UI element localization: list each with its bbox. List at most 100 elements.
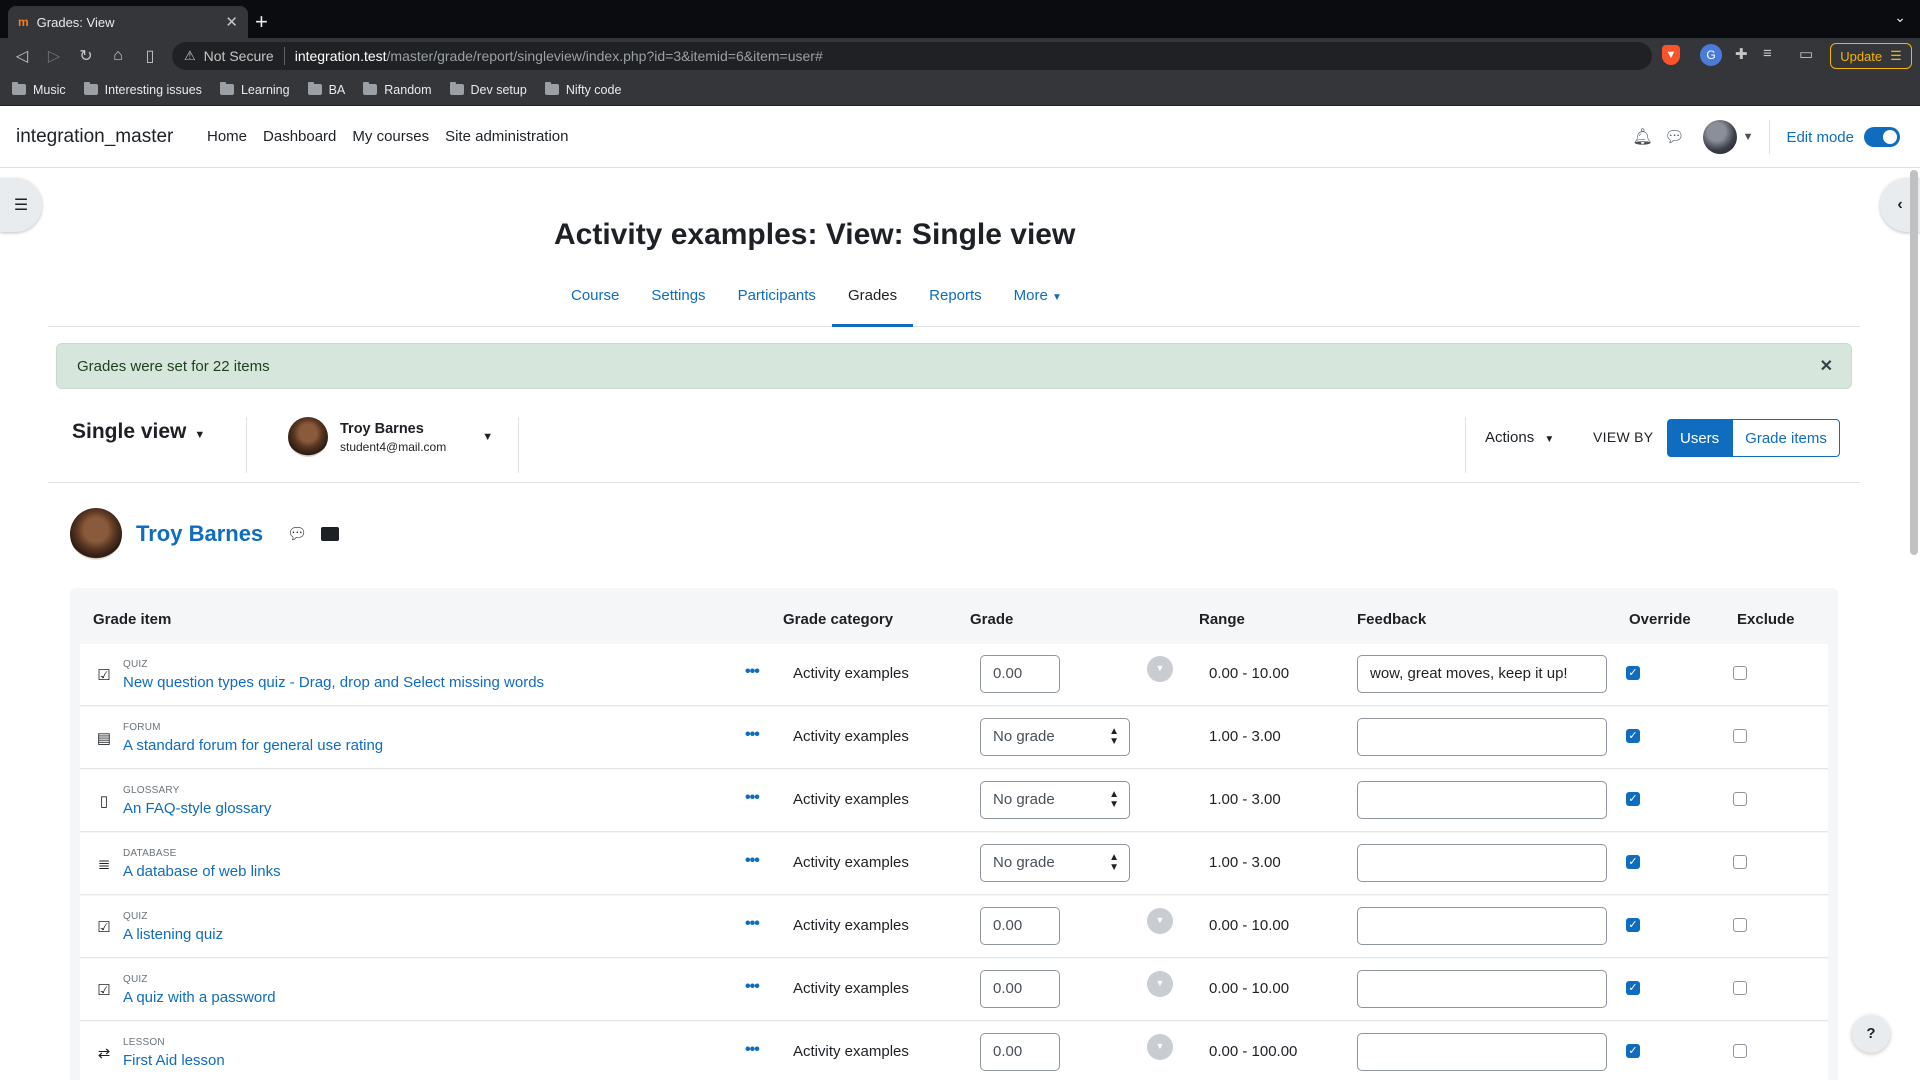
feedback-input[interactable] <box>1357 718 1607 756</box>
override-checkbox[interactable]: ✓ <box>1626 981 1640 995</box>
actions-dropdown[interactable]: Actions ▼ <box>1485 429 1554 446</box>
bookmark-folder[interactable]: Learning <box>219 82 290 97</box>
wallet-icon[interactable]: ▭ <box>1799 45 1813 63</box>
tab-search-chevron-icon[interactable]: ⌄ <box>1894 9 1906 26</box>
tab-participants[interactable]: Participants <box>722 280 832 327</box>
forward-icon[interactable]: ▷ <box>38 46 70 66</box>
tab-grades[interactable]: Grades <box>831 280 914 327</box>
more-actions-icon[interactable]: ••• <box>745 1041 760 1059</box>
user-name-link[interactable]: Troy Barnes <box>136 521 263 547</box>
grade-item-link[interactable]: A database of web links <box>123 863 281 880</box>
tab-close-icon[interactable]: ✕ <box>225 13 238 31</box>
brave-shield-icon[interactable]: ▼ <box>1662 45 1680 65</box>
bookmark-folder[interactable]: Music <box>12 82 66 97</box>
override-checkbox[interactable]: ✓ <box>1626 792 1640 806</box>
page-scrollbar[interactable] <box>1910 170 1918 555</box>
address-bar[interactable]: ⚠ Not Secure integration.test/master/gra… <box>172 42 1652 70</box>
grade-select[interactable]: No grade ▲ ▼ <box>980 718 1130 756</box>
chevron-down-icon[interactable]: ▼ <box>1147 971 1173 997</box>
new-tab-icon[interactable]: + <box>255 8 268 36</box>
feedback-input[interactable] <box>1357 781 1607 819</box>
grade-item-link[interactable]: A quiz with a password <box>123 989 276 1006</box>
nav-dashboard[interactable]: Dashboard <box>263 128 336 145</box>
feedback-input[interactable]: wow, great moves, keep it up! <box>1357 655 1607 693</box>
grade-item-link[interactable]: A standard forum for general use rating <box>123 737 383 754</box>
override-checkbox[interactable]: ✓ <box>1626 729 1640 743</box>
override-checkbox[interactable]: ✓ <box>1626 918 1640 932</box>
user-menu-avatar[interactable] <box>1702 120 1737 154</box>
reload-icon[interactable]: ↻ <box>70 46 102 66</box>
extensions-icon[interactable]: ✚ <box>1735 45 1748 63</box>
exclude-checkbox[interactable] <box>1733 792 1747 806</box>
help-button[interactable]: ? <box>1852 1015 1890 1053</box>
user-profile-card-icon[interactable] <box>321 527 340 541</box>
chevron-down-icon[interactable]: ▼ <box>1147 1034 1173 1060</box>
exclude-checkbox[interactable] <box>1733 1044 1747 1058</box>
exclude-checkbox[interactable] <box>1733 729 1747 743</box>
bookmark-icon[interactable]: ▯ <box>134 46 166 66</box>
more-actions-icon[interactable]: ••• <box>745 726 760 744</box>
override-checkbox[interactable]: ✓ <box>1626 855 1640 869</box>
exclude-checkbox[interactable] <box>1733 981 1747 995</box>
playlist-icon[interactable]: ≡ <box>1763 45 1772 62</box>
view-by-grade-items-button[interactable]: Grade items <box>1732 419 1840 457</box>
grade-input[interactable]: 0.00 <box>980 1033 1060 1071</box>
bookmark-folder[interactable]: Interesting issues <box>83 82 202 97</box>
bookmark-folder[interactable]: Dev setup <box>449 82 527 97</box>
browser-tab[interactable]: m Grades: View ✕ <box>8 6 248 38</box>
override-checkbox[interactable]: ✓ <box>1626 1044 1640 1058</box>
site-name[interactable]: integration_master <box>16 126 173 148</box>
exclude-checkbox[interactable] <box>1733 918 1747 932</box>
chevron-down-icon[interactable]: ▼ <box>1147 656 1173 682</box>
grade-item-link[interactable]: First Aid lesson <box>123 1052 225 1069</box>
translate-extension-icon[interactable]: G <box>1700 44 1722 66</box>
grade-select[interactable]: No grade ▲ ▼ <box>980 781 1130 819</box>
home-icon[interactable]: ⌂ <box>102 47 134 65</box>
bookmark-folder[interactable]: BA <box>307 82 345 97</box>
more-actions-icon[interactable]: ••• <box>745 852 760 870</box>
back-icon[interactable]: ◁ <box>6 46 38 66</box>
quiz-icon: ☑ <box>97 667 111 684</box>
nav-site-administration[interactable]: Site administration <box>445 128 568 145</box>
nav-my-courses[interactable]: My courses <box>352 128 429 145</box>
message-user-icon[interactable]: 💬︎ <box>287 524 307 544</box>
course-index-drawer-toggle[interactable]: ☰ <box>0 178 42 232</box>
chevron-down-icon[interactable]: ▼ <box>1147 908 1173 934</box>
update-button[interactable]: Update ☰ <box>1830 43 1912 69</box>
edit-mode-toggle[interactable] <box>1864 127 1900 147</box>
exclude-checkbox[interactable] <box>1733 855 1747 869</box>
nav-home[interactable]: Home <box>207 128 247 145</box>
bookmark-folder[interactable]: Nifty code <box>544 82 621 97</box>
grade-item-link[interactable]: An FAQ-style glossary <box>123 800 271 817</box>
close-icon[interactable]: ✕ <box>1820 356 1833 376</box>
view-by-users-button[interactable]: Users <box>1667 419 1733 457</box>
feedback-input[interactable] <box>1357 844 1607 882</box>
override-checkbox[interactable]: ✓ <box>1626 666 1640 680</box>
grade-select[interactable]: No grade ▲ ▼ <box>980 844 1130 882</box>
more-actions-icon[interactable]: ••• <box>745 789 760 807</box>
chevron-down-icon[interactable]: ▼ <box>1743 131 1754 143</box>
feedback-input[interactable] <box>1357 907 1607 945</box>
grade-item-link[interactable]: A listening quiz <box>123 926 223 943</box>
user-selector[interactable]: Troy Barnes student4@mail.com ▼ <box>288 417 493 457</box>
notifications-bell-icon[interactable]: 🔔︎ <box>1627 127 1659 147</box>
more-actions-icon[interactable]: ••• <box>745 915 760 933</box>
grade-item-link[interactable]: New question types quiz - Drag, drop and… <box>123 674 544 691</box>
tab-course[interactable]: Course <box>555 280 635 327</box>
messages-icon[interactable]: 💬︎ <box>1659 127 1691 147</box>
tab-more[interactable]: More ▼ <box>998 280 1078 327</box>
more-actions-icon[interactable]: ••• <box>745 978 760 996</box>
feedback-input[interactable] <box>1357 970 1607 1008</box>
grade-input[interactable]: 0.00 <box>980 655 1060 693</box>
more-actions-icon[interactable]: ••• <box>745 663 760 681</box>
table-row: ▯ GLOSSARY An FAQ-style glossary ••• Act… <box>80 770 1828 832</box>
report-selector[interactable]: Single view ▼ <box>72 420 205 444</box>
user-avatar-large[interactable] <box>70 508 122 560</box>
feedback-input[interactable] <box>1357 1033 1607 1071</box>
grade-input[interactable]: 0.00 <box>980 907 1060 945</box>
tab-reports[interactable]: Reports <box>913 280 998 327</box>
tab-settings[interactable]: Settings <box>635 280 721 327</box>
exclude-checkbox[interactable] <box>1733 666 1747 680</box>
bookmark-folder[interactable]: Random <box>363 82 432 97</box>
grade-input[interactable]: 0.00 <box>980 970 1060 1008</box>
